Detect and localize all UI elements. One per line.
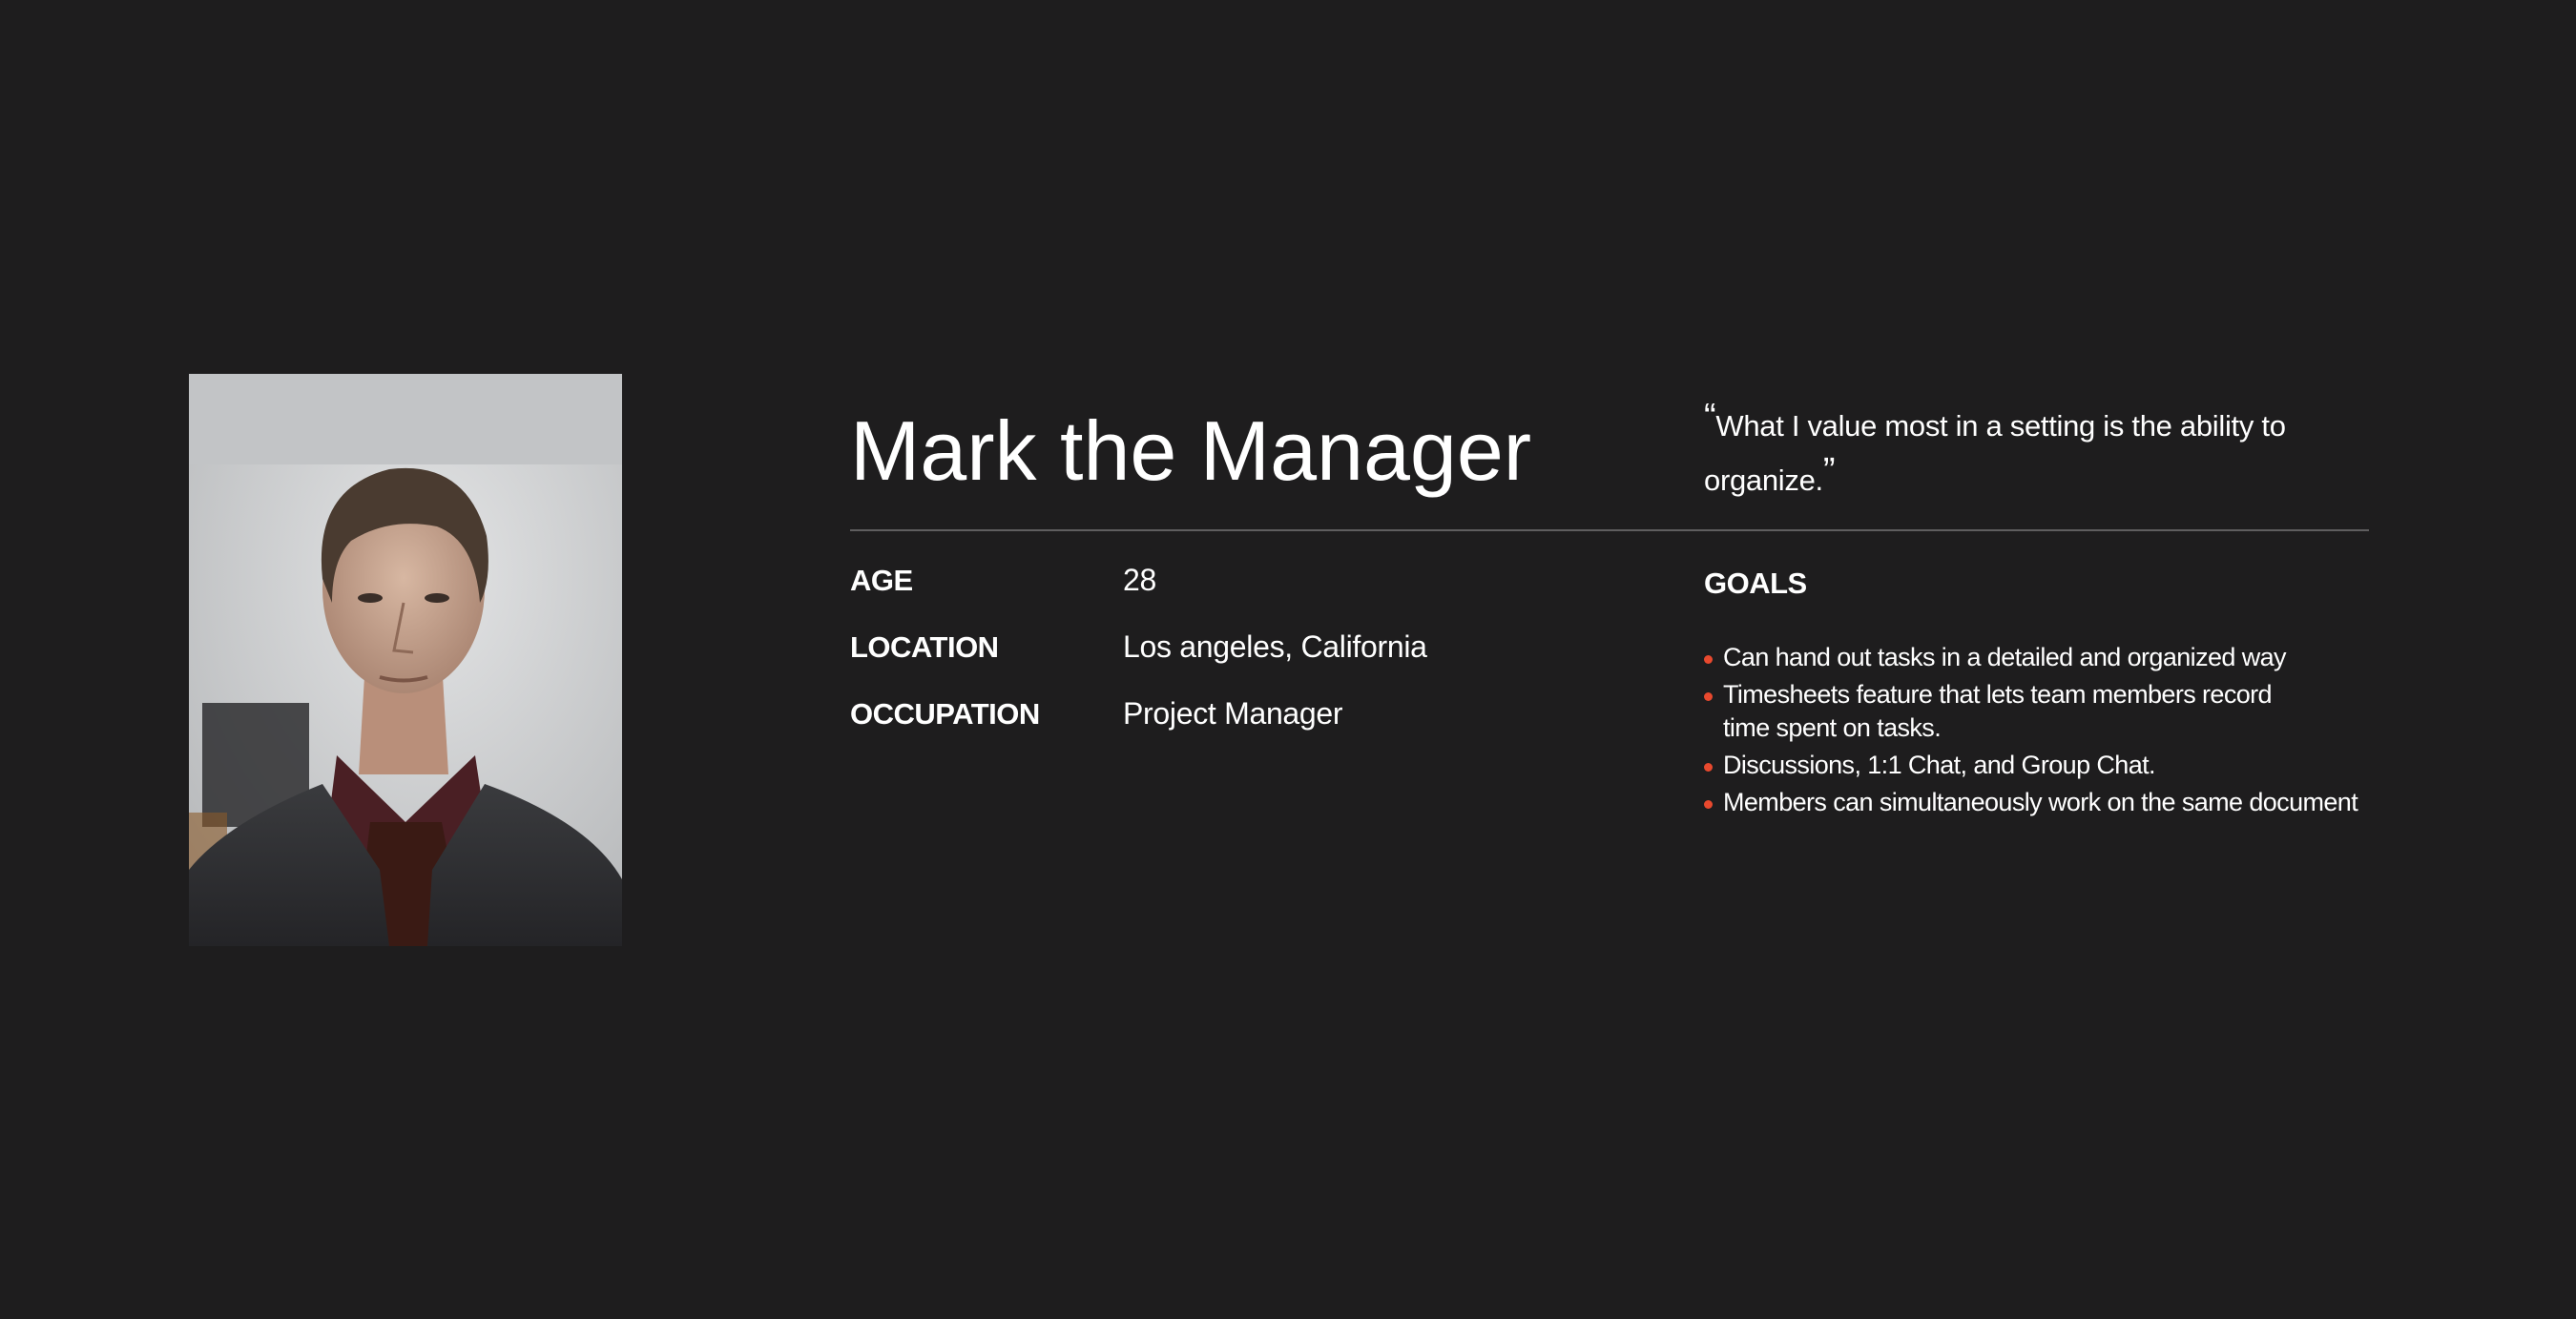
bullet-icon bbox=[1704, 800, 1713, 809]
goal-text: Discussions, 1:1 Chat, and Group Chat. bbox=[1723, 751, 2156, 779]
goal-text: Can hand out tasks in a detailed and org… bbox=[1723, 643, 2287, 671]
detail-value: Los angeles, California bbox=[1123, 629, 1427, 664]
goal-item: Discussions, 1:1 Chat, and Group Chat. bbox=[1704, 749, 2429, 782]
goal-item: Timesheets feature that lets team member… bbox=[1704, 678, 2315, 745]
detail-value: Project Manager bbox=[1123, 696, 1343, 731]
detail-label: LOCATION bbox=[850, 630, 999, 664]
quote-close-mark: ” bbox=[1822, 451, 1836, 491]
quote-open-mark: “ bbox=[1704, 397, 1716, 437]
goals-list: Can hand out tasks in a detailed and org… bbox=[1704, 641, 2429, 823]
goal-text: Timesheets feature that lets team member… bbox=[1723, 680, 2273, 742]
goals-heading: GOALS bbox=[1704, 567, 1807, 600]
persona-details: AGE 28 LOCATION Los angeles, California … bbox=[850, 563, 1427, 763]
detail-value: 28 bbox=[1123, 563, 1156, 597]
detail-row-age: AGE 28 bbox=[850, 563, 1427, 629]
header-divider bbox=[850, 529, 2369, 531]
detail-label: OCCUPATION bbox=[850, 697, 1040, 731]
persona-photo bbox=[189, 374, 622, 946]
detail-label: AGE bbox=[850, 564, 913, 597]
detail-row-location: LOCATION Los angeles, California bbox=[850, 629, 1427, 696]
goal-item: Can hand out tasks in a detailed and org… bbox=[1704, 641, 2429, 674]
detail-row-occupation: OCCUPATION Project Manager bbox=[850, 696, 1427, 763]
goal-text: Members can simultaneously work on the s… bbox=[1723, 788, 2358, 816]
bullet-icon bbox=[1704, 655, 1713, 664]
quote-text: What I value most in a setting is the ab… bbox=[1704, 409, 2286, 497]
bullet-icon bbox=[1704, 763, 1713, 772]
persona-quote: “What I value most in a setting is the a… bbox=[1704, 399, 2372, 507]
bullet-icon bbox=[1704, 692, 1713, 701]
goal-item: Members can simultaneously work on the s… bbox=[1704, 786, 2429, 819]
persona-name: Mark the Manager bbox=[850, 403, 1532, 498]
